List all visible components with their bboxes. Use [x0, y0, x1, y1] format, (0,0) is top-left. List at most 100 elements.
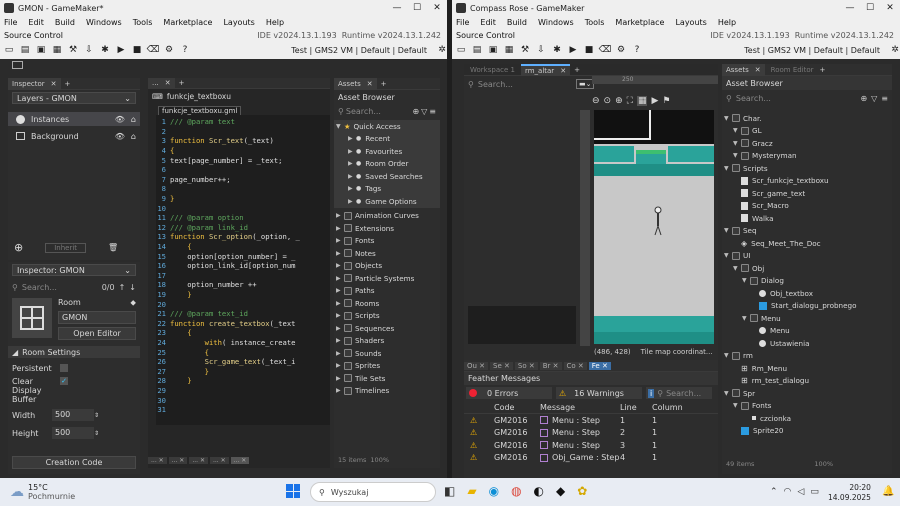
eye-icon[interactable]: 👁: [115, 132, 125, 141]
taskbar-search-input[interactable]: Wyszukaj: [331, 488, 369, 497]
add-icon[interactable]: ⊕: [412, 107, 419, 116]
asset-group[interactable]: ▶ Scripts: [334, 310, 440, 323]
new-icon[interactable]: ▭: [4, 45, 14, 55]
close-tab-icon[interactable]: ✕: [502, 362, 510, 370]
inspector-search[interactable]: ⚲ Search... 0/0 ↑ ↓: [8, 280, 140, 294]
message-row[interactable]: ⚠ GM2016 Menu : Step 2 1: [464, 427, 718, 440]
export-icon[interactable]: ⇩: [84, 45, 94, 55]
play-icon[interactable]: ▶: [651, 96, 658, 106]
bottom-tab[interactable]: Ou ✕: [464, 361, 489, 370]
tab-room[interactable]: rm_altar: [525, 67, 554, 75]
menu-item[interactable]: Layouts: [675, 18, 706, 27]
layer-background[interactable]: Background 👁 ⌂: [8, 129, 140, 143]
expand-icon[interactable]: ▼: [724, 227, 732, 234]
tree-item[interactable]: Scr_funkcje_textboxu: [722, 175, 892, 188]
expand-icon[interactable]: ▶: [348, 198, 356, 205]
open-icon[interactable]: ▤: [20, 45, 30, 55]
expand-icon[interactable]: ▼: [733, 140, 741, 147]
asset-group[interactable]: ▶ Sounds: [334, 347, 440, 360]
close-tab-icon[interactable]: ✕: [600, 362, 608, 370]
menu-item[interactable]: File: [456, 18, 469, 27]
zoom-in-icon[interactable]: ⊕: [615, 96, 623, 106]
clean-icon[interactable]: ⌫: [147, 45, 160, 55]
save-all-icon[interactable]: ▦: [52, 45, 62, 55]
height-field[interactable]: 500: [52, 427, 94, 439]
save-all-icon[interactable]: ▦: [504, 45, 514, 55]
zoom-reset-icon[interactable]: ⊙: [604, 96, 612, 106]
maximize-icon[interactable]: ☐: [407, 3, 427, 13]
menu-item[interactable]: Tools: [585, 18, 605, 27]
col-line[interactable]: Line: [620, 403, 652, 412]
tree-item[interactable]: Scr_game_text: [722, 187, 892, 200]
quick-access-item[interactable]: ▶ ● Tags: [334, 183, 440, 196]
minimize-icon[interactable]: —: [387, 3, 407, 13]
bottom-tab[interactable]: Co ✕: [563, 361, 587, 370]
menu-source-control[interactable]: Source Control: [4, 31, 63, 40]
bottom-tab[interactable]: Fe ✕: [588, 361, 611, 370]
message-row[interactable]: ⚠ GM2016 Menu : Step 1 1: [464, 414, 718, 427]
tree-item[interactable]: ▼ Dialog: [722, 275, 892, 288]
menu-item[interactable]: Build: [507, 18, 527, 27]
zoom-out-icon[interactable]: ⊖: [592, 96, 600, 106]
target-gear-icon[interactable]: ✲: [437, 45, 447, 55]
creation-code-button[interactable]: Creation Code: [12, 456, 136, 469]
menu-item[interactable]: Layouts: [223, 18, 254, 27]
message-row[interactable]: ⚠ GM2016 Obj_Game : Step 4 1: [464, 452, 718, 465]
tree-item[interactable]: ▼ Seq: [722, 225, 892, 238]
add-tab-icon[interactable]: +: [179, 79, 185, 87]
start-icon[interactable]: [286, 484, 300, 498]
code-file-tab[interactable]: funkcje_textboxu.gml: [158, 106, 242, 115]
persistent-checkbox[interactable]: [60, 364, 68, 372]
search-input[interactable]: Search...: [478, 80, 513, 89]
quick-access-item[interactable]: ▶ ● Game Options: [334, 195, 440, 208]
inherit-button[interactable]: Inherit: [45, 242, 87, 253]
tree-item[interactable]: ◈ Seq_Meet_The_Doc: [722, 237, 892, 250]
menu-item[interactable]: Tools: [133, 18, 153, 27]
asset-group[interactable]: ▶ Objects: [334, 260, 440, 273]
room-search[interactable]: ⚲ Search...: [464, 77, 574, 91]
expand-icon[interactable]: ▼: [724, 115, 732, 122]
expand-icon[interactable]: ▶: [336, 287, 344, 294]
close-tab-icon[interactable]: ✕: [165, 79, 171, 87]
bottom-tab[interactable]: Br ✕: [539, 361, 562, 370]
expand-icon[interactable]: ▼: [742, 277, 750, 284]
expand-icon[interactable]: ▶: [336, 362, 344, 369]
expand-icon[interactable]: ▶: [336, 212, 344, 219]
build-icon[interactable]: ⚒: [520, 45, 530, 55]
target-selector[interactable]: Test | GMS2 VM | Default | Default: [291, 46, 427, 55]
stepper-icon[interactable]: ⇕: [94, 430, 99, 437]
inspector-dropdown[interactable]: Inspector: GMON ⌄: [12, 264, 136, 276]
save-icon[interactable]: ▣: [488, 45, 498, 55]
eye-icon[interactable]: 👁: [115, 115, 125, 124]
quick-access-item[interactable]: ▶ ● Room Order: [334, 158, 440, 171]
menu-icon[interactable]: ≡: [429, 107, 436, 116]
tree-item[interactable]: Scr_Macro: [722, 200, 892, 213]
expand-icon[interactable]: ▼: [724, 352, 732, 359]
battery-icon[interactable]: ▭: [810, 487, 819, 497]
close-tab-icon[interactable]: ✕: [560, 67, 566, 75]
help-icon[interactable]: ?: [180, 45, 190, 55]
tree-item[interactable]: czcionka: [722, 412, 892, 425]
quick-access-item[interactable]: ▶ ● Recent: [334, 133, 440, 146]
lock-icon[interactable]: ⌂: [131, 115, 140, 124]
notification-icon[interactable]: 🔔: [882, 486, 894, 497]
errors-filter[interactable]: 0 Errors: [466, 387, 552, 399]
task-view-icon[interactable]: ◧: [444, 484, 455, 498]
open-editor-button[interactable]: Open Editor: [58, 327, 136, 340]
maximize-icon[interactable]: ☐: [860, 3, 880, 13]
target-selector[interactable]: Test | GMS2 VM | Default | Default: [744, 46, 880, 55]
expand-icon[interactable]: ▶: [336, 237, 344, 244]
tree-item[interactable]: ▼ GL: [722, 125, 892, 138]
asset-group[interactable]: ▶ Tile Sets: [334, 372, 440, 385]
build-icon[interactable]: ⚒: [68, 45, 78, 55]
search-input[interactable]: Search...: [666, 389, 701, 398]
tab-assets[interactable]: Assets: [338, 80, 361, 88]
asset-group[interactable]: ▶ Extensions: [334, 222, 440, 235]
minimize-icon[interactable]: —: [840, 3, 860, 13]
expand-icon[interactable]: ▶: [336, 262, 344, 269]
delete-layer-icon[interactable]: 🗑: [108, 243, 118, 252]
tree-item[interactable]: Menu: [722, 325, 892, 338]
tag-icon[interactable]: ⬥: [130, 298, 136, 308]
expand-icon[interactable]: ▶: [348, 173, 356, 180]
close-icon[interactable]: ✕: [427, 3, 447, 13]
